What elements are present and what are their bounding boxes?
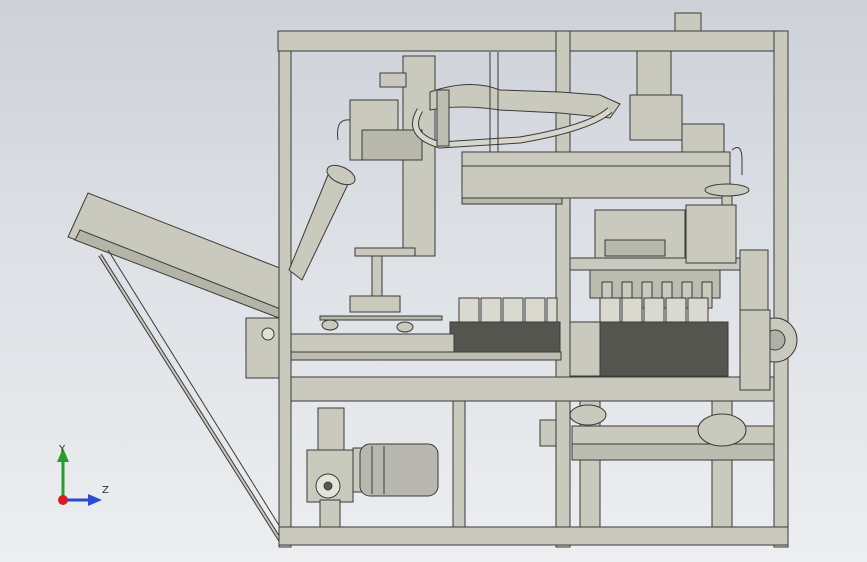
- pick-gripper[interactable]: [319, 247, 443, 333]
- bottle-row[interactable]: [458, 297, 709, 323]
- feed-chute[interactable]: [288, 161, 358, 281]
- carton-conveyor[interactable]: [290, 321, 729, 377]
- transfer-beam[interactable]: [461, 151, 731, 205]
- gear-motor[interactable]: [306, 407, 439, 528]
- lower-drive-assembly[interactable]: [539, 404, 775, 461]
- z-axis-label: Z: [102, 485, 109, 496]
- cad-viewport[interactable]: Y Z: [0, 0, 867, 562]
- machine-assembly-model[interactable]: [0, 0, 867, 562]
- capping-head[interactable]: [569, 204, 769, 311]
- y-axis-label: Y: [59, 444, 66, 455]
- orientation-triad: Y Z: [48, 438, 118, 513]
